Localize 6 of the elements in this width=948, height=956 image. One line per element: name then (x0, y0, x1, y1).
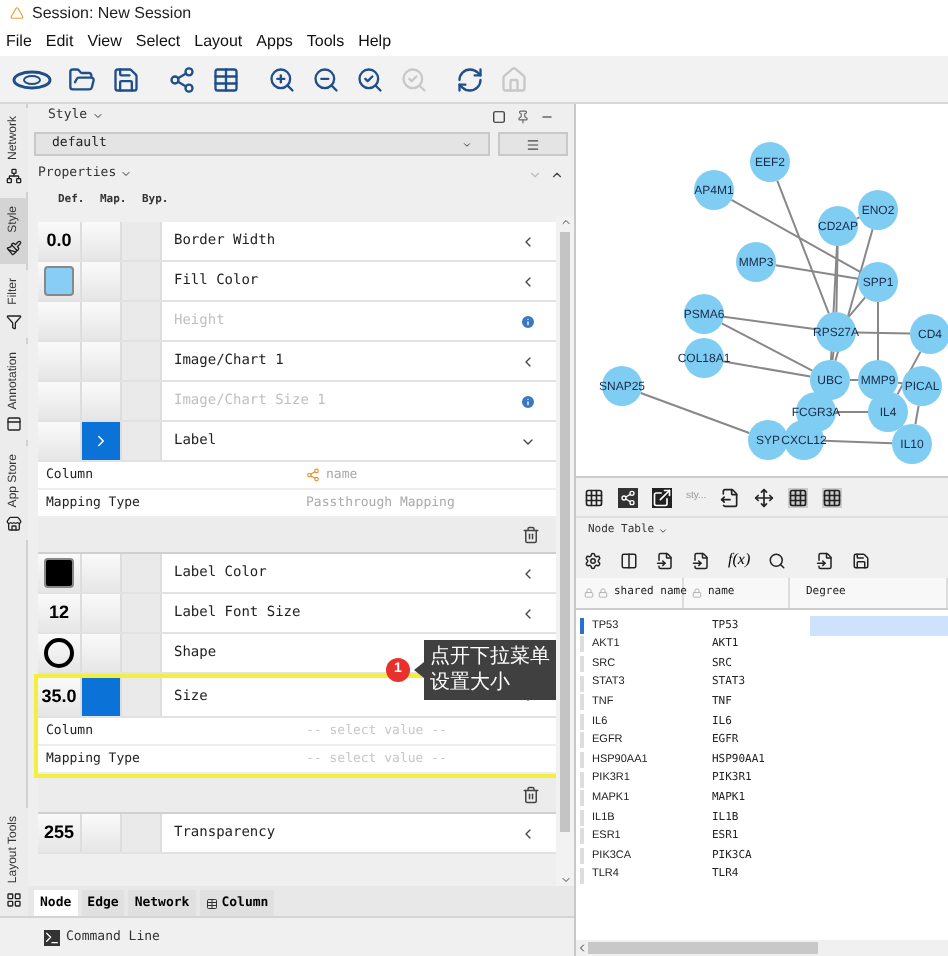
default-value: 255 (43, 819, 75, 846)
window-title: Session: New Session (32, 1, 192, 25)
default-value: 0.0 (46, 227, 72, 254)
callout-tooltip: 点开下拉菜单设置大小 (424, 640, 556, 700)
default-value: 35.0 (41, 683, 77, 710)
default-value: 12 (48, 599, 69, 626)
